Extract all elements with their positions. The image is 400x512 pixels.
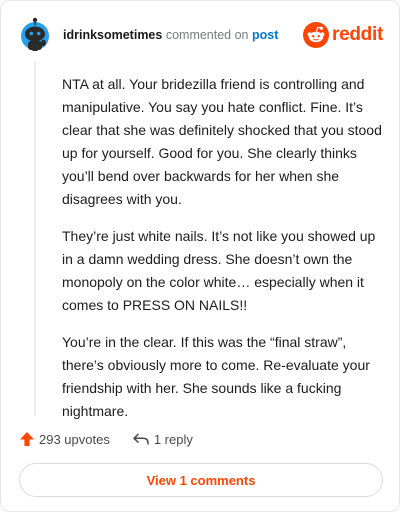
comment-paragraph: You’re in the clear. If this was the “fi…	[62, 334, 370, 419]
reply-arrow-icon	[133, 433, 149, 445]
reddit-brand[interactable]: reddit	[303, 21, 383, 49]
upvote-arrow-icon	[20, 432, 34, 446]
upvote-button[interactable]: 293 upvotes	[19, 431, 110, 447]
view-comments-button[interactable]: View 1 comments	[19, 463, 383, 497]
thread-line[interactable]	[34, 61, 36, 416]
comment-paragraph: They’re just white nails. It’s not like …	[62, 228, 376, 313]
comment-header: idrinksometimes commented on post reddit	[17, 17, 383, 53]
username-link[interactable]: idrinksometimes	[63, 28, 162, 42]
snoo-avatar-icon	[21, 17, 49, 51]
comment-card: idrinksometimes commented on post reddit…	[0, 0, 400, 512]
comment-actions: 293 upvotes 1 reply	[19, 429, 193, 449]
comment-meta: idrinksometimes commented on post	[63, 28, 278, 42]
reddit-logo-icon	[303, 22, 330, 48]
user-avatar[interactable]	[17, 17, 53, 53]
upvote-count: 293 upvotes	[39, 431, 110, 447]
comment-body: NTA at all. Your bridezilla friend is co…	[62, 73, 382, 437]
post-link[interactable]: post	[252, 28, 278, 42]
reply-button[interactable]: 1 reply	[132, 432, 193, 447]
reddit-wordmark: reddit	[332, 24, 383, 45]
reply-count: 1 reply	[153, 431, 193, 447]
commented-on-text: commented on	[165, 28, 249, 42]
comment-paragraph: NTA at all. Your bridezilla friend is co…	[62, 76, 382, 207]
